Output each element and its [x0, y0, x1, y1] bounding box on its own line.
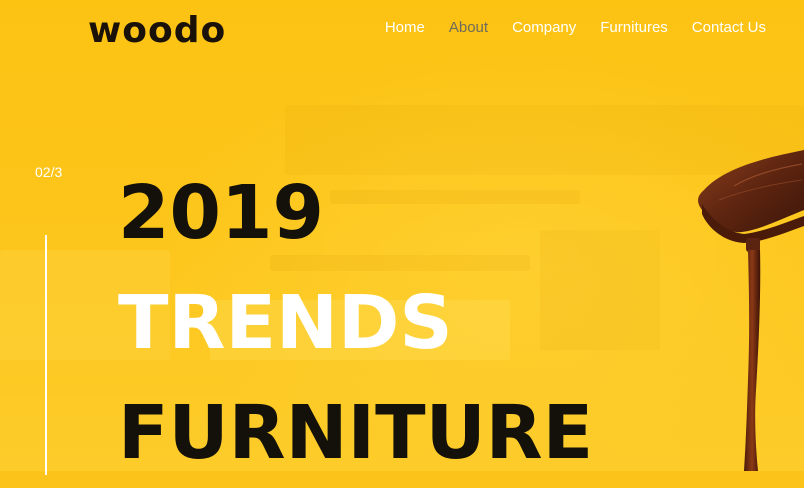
headline-line-year: 2019 — [118, 170, 324, 256]
slide-progress-line — [45, 235, 47, 475]
main-nav: Home About Company Furnitures Contact Us — [385, 19, 766, 36]
nav-item-company[interactable]: Company — [512, 19, 576, 36]
headline-line-trends: TRENDS — [118, 280, 453, 366]
headline-line-furniture: FURNITURE — [118, 390, 594, 476]
slide-counter: 02/3 — [35, 164, 63, 180]
hero-headline: 2019 TRENDS FURNITURE — [118, 158, 593, 488]
wooden-side-table-icon — [698, 150, 804, 471]
brand-logo[interactable]: woodo — [88, 10, 226, 51]
nav-item-home[interactable]: Home — [385, 19, 425, 36]
nav-item-about[interactable]: About — [449, 19, 488, 36]
nav-item-furnitures[interactable]: Furnitures — [600, 19, 668, 36]
nav-item-contact-us[interactable]: Contact Us — [692, 19, 766, 36]
